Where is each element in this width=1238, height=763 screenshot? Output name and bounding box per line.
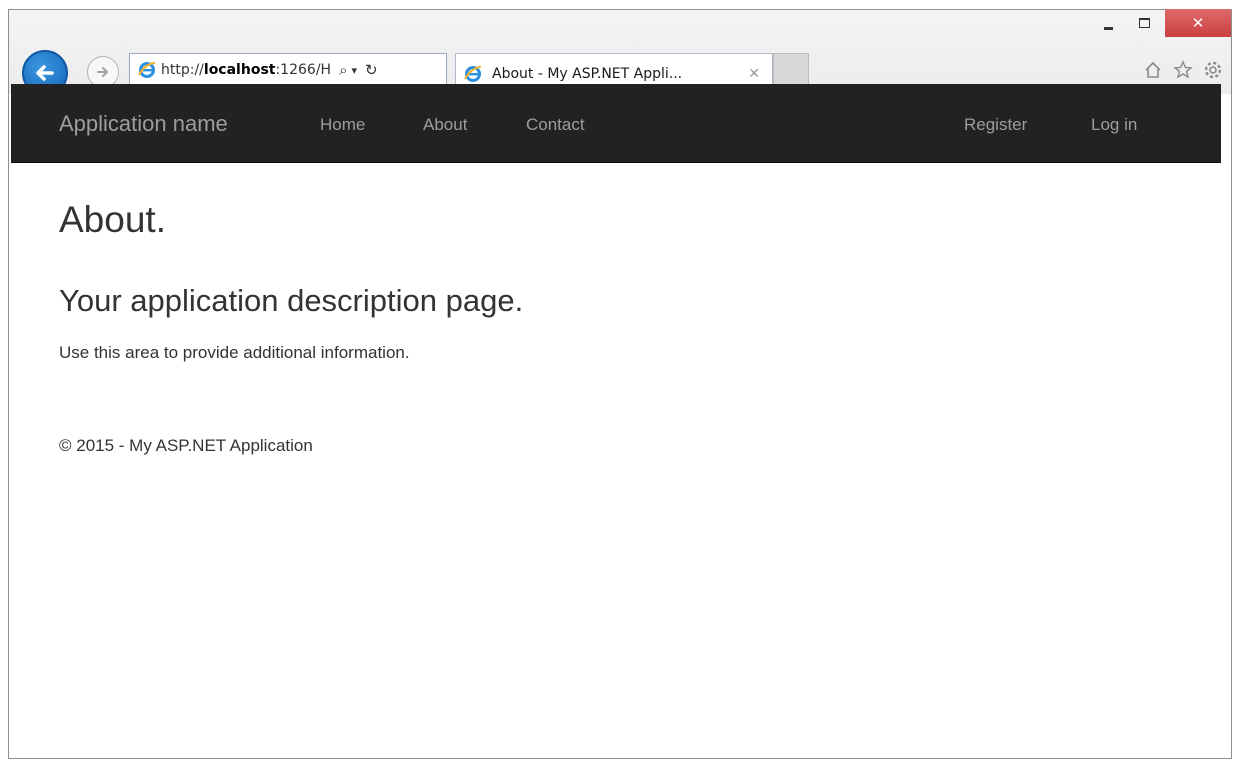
tab-close-icon[interactable]: ✕	[748, 66, 760, 82]
refresh-icon[interactable]: ↻	[365, 61, 378, 79]
forward-arrow-icon	[97, 67, 108, 77]
window-close-button[interactable]: ✕	[1165, 9, 1231, 37]
close-icon: ✕	[1191, 14, 1205, 32]
browser-toolbar-icons	[1143, 60, 1223, 80]
page-title: About.	[59, 199, 166, 240]
settings-gear-icon[interactable]	[1203, 60, 1223, 80]
dropdown-icon[interactable]: ▾	[351, 64, 357, 77]
site-navbar: Application name Home About Contact Regi…	[11, 84, 1221, 163]
browser-chrome: ✕ http://localhost:1266/H ⌕ ▾ ↻ About - …	[9, 9, 1231, 96]
address-url: http://localhost:1266/H	[161, 62, 332, 78]
navbar-brand[interactable]: Application name	[59, 111, 228, 137]
ie-page-icon	[138, 61, 156, 79]
page-footer: © 2015 - My ASP.NET Application	[59, 436, 313, 455]
favorites-star-icon[interactable]	[1173, 60, 1193, 80]
nav-home-link[interactable]: Home	[320, 115, 365, 135]
minimize-button[interactable]	[1093, 9, 1123, 37]
maximize-button[interactable]	[1129, 9, 1159, 37]
ie-tab-icon	[464, 65, 482, 83]
nav-contact-link[interactable]: Contact	[526, 115, 585, 135]
address-bar[interactable]: http://localhost:1266/H ⌕ ▾ ↻	[129, 53, 447, 87]
nav-register-link[interactable]: Register	[964, 115, 1027, 135]
home-icon[interactable]	[1143, 60, 1163, 80]
back-arrow-icon	[36, 65, 54, 81]
nav-login-link[interactable]: Log in	[1091, 115, 1137, 135]
minimize-icon	[1103, 26, 1113, 30]
page-subtitle: Your application description page.	[59, 283, 524, 318]
page-description: Use this area to provide additional info…	[59, 343, 410, 362]
maximize-icon	[1138, 18, 1150, 28]
search-icon[interactable]: ⌕	[339, 61, 347, 79]
tab-title: About - My ASP.NET Appli...	[492, 66, 683, 82]
nav-about-link[interactable]: About	[423, 115, 467, 135]
